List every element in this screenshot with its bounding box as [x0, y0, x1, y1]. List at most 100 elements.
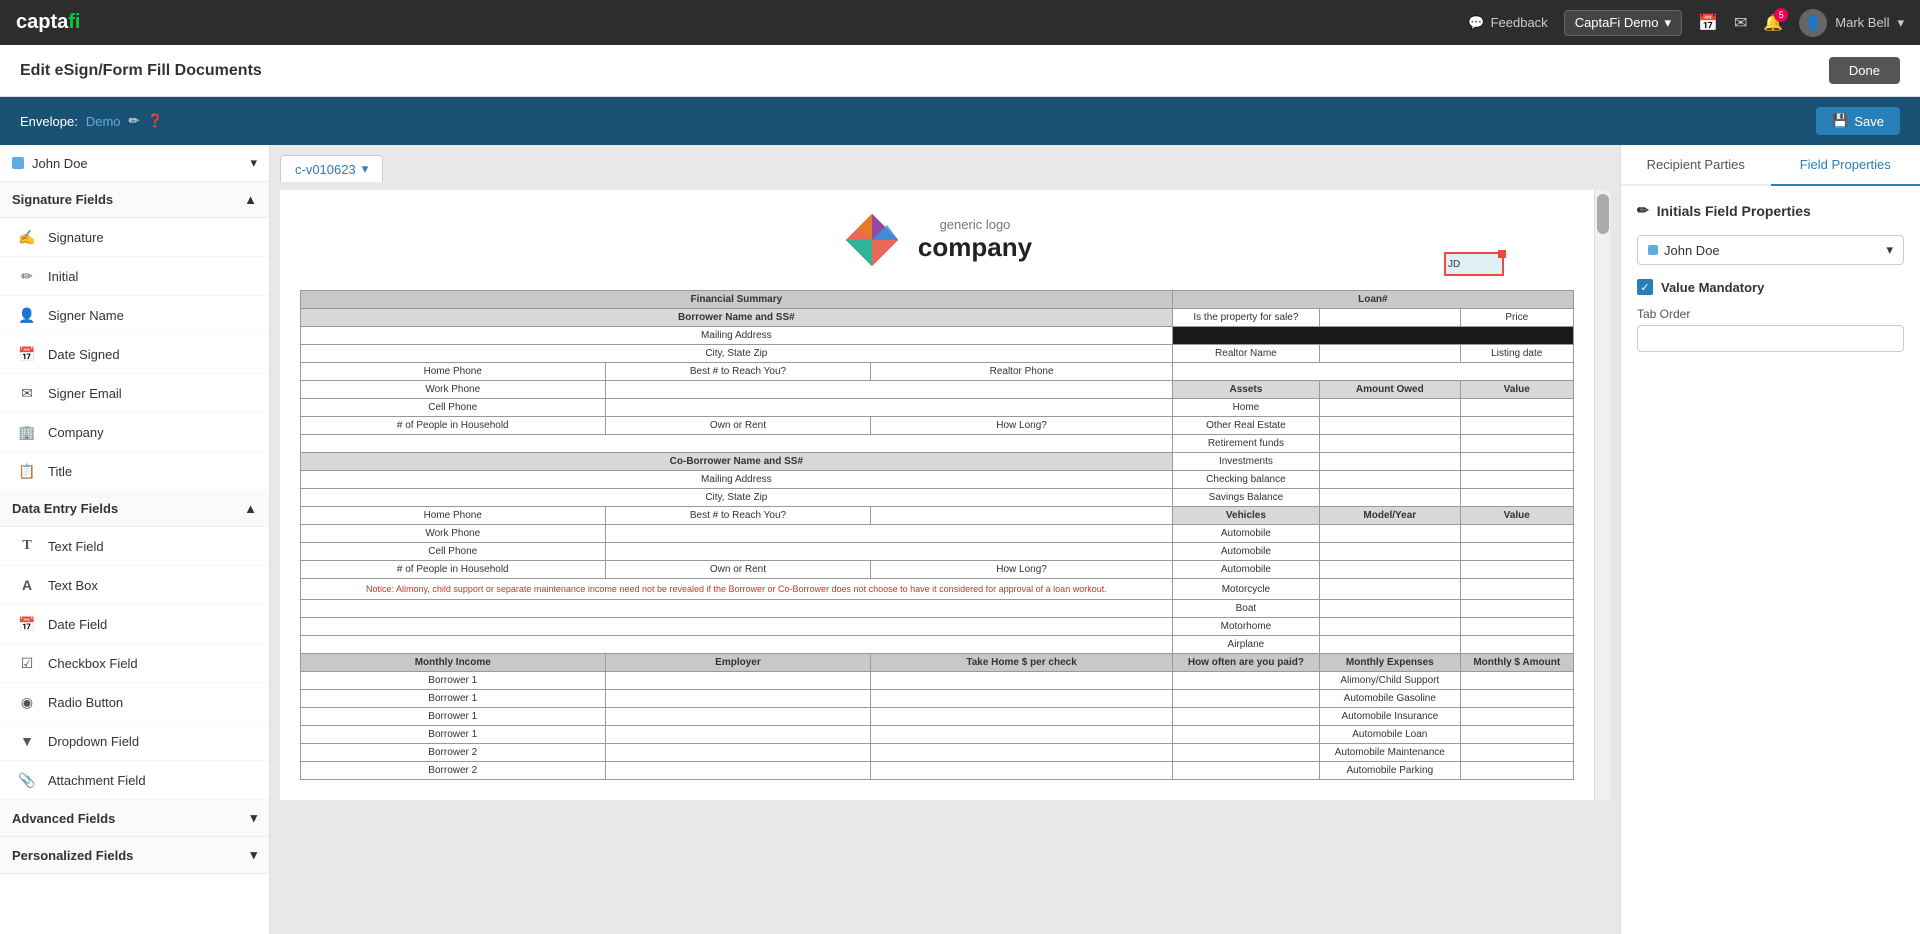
mail-icon[interactable]: ✉: [1734, 13, 1747, 33]
signer-email-icon: ✉: [16, 382, 38, 404]
panel-signer-name: John Doe: [1664, 243, 1720, 258]
borrower-ss-cell: Borrower Name and SS#: [301, 309, 1173, 327]
retirement-cell: Retirement funds: [1172, 435, 1319, 453]
field-item-checkbox-field[interactable]: ☑ Checkbox Field: [0, 644, 269, 683]
signature-fields-collapse-icon: ▲: [244, 192, 257, 207]
scroll-thumb[interactable]: [1597, 194, 1609, 234]
vehicles-cell: Vehicles: [1172, 507, 1319, 525]
value-cell: Value: [1460, 381, 1574, 399]
tab-recipient-parties[interactable]: Recipient Parties: [1621, 145, 1771, 184]
personalized-fields-expand-icon: ▾: [250, 847, 257, 863]
save-button[interactable]: 💾 Save: [1816, 107, 1900, 135]
tab-order-label: Tab Order: [1637, 307, 1904, 321]
coborrower-cell-phone-cell: Cell Phone: [301, 543, 606, 561]
auto-maintenance-cell: Automobile Maintenance: [1320, 744, 1460, 762]
auto-insurance-cell: Automobile Insurance: [1320, 708, 1460, 726]
field-item-radio-button[interactable]: ◉ Radio Button: [0, 683, 269, 722]
calendar-icon[interactable]: 📅: [1698, 13, 1718, 33]
airplane-cell: Airplane: [1172, 636, 1319, 654]
radio-button-label: Radio Button: [48, 695, 123, 710]
user-area[interactable]: 👤 Mark Bell ▾: [1799, 9, 1904, 37]
tab-order-group: Tab Order: [1637, 307, 1904, 352]
panel-section-title: ✏ Initials Field Properties: [1637, 202, 1904, 219]
notification-badge: 5: [1774, 8, 1788, 22]
borrower1-1-cell: Borrower 1: [301, 672, 606, 690]
field-item-text-field[interactable]: T Text Field: [0, 527, 269, 566]
company-field-label: Company: [48, 425, 104, 440]
empty-e12: [1460, 708, 1574, 726]
envelope-bar: Envelope: Demo ✏ ❓ 💾 Save: [0, 97, 1920, 145]
field-item-date-signed[interactable]: 📅 Date Signed: [0, 335, 269, 374]
field-item-signature[interactable]: ✍ Signature: [0, 218, 269, 257]
borrower2-2-cell: Borrower 2: [301, 762, 606, 780]
signer-selector[interactable]: John Doe ▾: [0, 145, 269, 182]
bell-icon[interactable]: 🔔 5: [1763, 13, 1783, 33]
initial-label: Initial: [48, 269, 78, 284]
empty-cell-14: [1320, 471, 1460, 489]
borrower2-1-cell: Borrower 2: [301, 744, 606, 762]
value-mandatory-row: ✓ Value Mandatory: [1637, 279, 1904, 295]
field-item-signer-name[interactable]: 👤 Signer Name: [0, 296, 269, 335]
empty-cell-25: [1320, 561, 1460, 579]
monthly-expenses-header: Monthly Expenses: [1320, 654, 1460, 672]
field-item-text-box[interactable]: A Text Box: [0, 566, 269, 605]
avatar: 👤: [1799, 9, 1827, 37]
empty-cell-5: [605, 399, 1172, 417]
panel-signer-chevron-icon: ▾: [1886, 242, 1893, 258]
document-container: generic logo company JD: [280, 190, 1610, 800]
field-item-date-field[interactable]: 📅 Date Field: [0, 605, 269, 644]
coborrower-city-cell: City, State Zip: [301, 489, 1173, 507]
empty-cell-26: [1460, 561, 1574, 579]
feedback-button[interactable]: 💬 Feedback: [1468, 15, 1547, 31]
edit-icon[interactable]: ✏: [129, 113, 140, 129]
empty-row-3: [301, 618, 1173, 636]
empty-e6: [871, 690, 1172, 708]
done-button[interactable]: Done: [1829, 57, 1900, 84]
value-mandatory-label: Value Mandatory: [1661, 280, 1764, 295]
recipient-parties-label: Recipient Parties: [1647, 157, 1745, 172]
date-field-label: Date Field: [48, 617, 107, 632]
empty-cell-13: [1460, 453, 1574, 471]
document-tab[interactable]: c-v010623 ▾: [280, 155, 383, 182]
checkbox-field-label: Checkbox Field: [48, 656, 138, 671]
personalized-fields-label: Personalized Fields: [12, 848, 133, 863]
resize-handle[interactable]: [1498, 250, 1506, 258]
top-nav: captafi 💬 Feedback CaptaFi Demo ▾ 📅 ✉ 🔔 …: [0, 0, 1920, 45]
envelope-name[interactable]: Demo: [86, 114, 121, 129]
cell-phone-cell: Cell Phone: [301, 399, 606, 417]
household-cell: # of People in Household: [301, 417, 606, 435]
field-item-company[interactable]: 🏢 Company: [0, 413, 269, 452]
field-item-initial[interactable]: ✏ Initial: [0, 257, 269, 296]
pencil-icon: ✏: [1637, 202, 1649, 219]
field-item-attachment-field[interactable]: 📎 Attachment Field: [0, 761, 269, 800]
value-mandatory-checkbox[interactable]: ✓: [1637, 279, 1653, 295]
initials-field-overlay[interactable]: JD: [1444, 252, 1504, 276]
tab-field-properties[interactable]: Field Properties: [1771, 145, 1920, 186]
text-box-icon: A: [16, 574, 38, 596]
signature-fields-header[interactable]: Signature Fields ▲: [0, 182, 269, 218]
empty-cell-27: [1320, 579, 1460, 600]
attachment-field-icon: 📎: [16, 769, 38, 791]
auto-gas-cell: Automobile Gasoline: [1320, 690, 1460, 708]
signer-dropdown[interactable]: John Doe ▾: [1637, 235, 1904, 265]
field-item-dropdown-field[interactable]: ▼ Dropdown Field: [0, 722, 269, 761]
scrollbar[interactable]: [1594, 190, 1610, 800]
initials-field-properties-title: Initials Field Properties: [1657, 203, 1811, 219]
mailing-address-cell: Mailing Address: [301, 327, 1173, 345]
help-icon[interactable]: ❓: [147, 113, 163, 129]
savings-cell: Savings Balance: [1172, 489, 1319, 507]
tab-order-input[interactable]: [1637, 325, 1904, 352]
data-entry-fields-header[interactable]: Data Entry Fields ▲: [0, 491, 269, 527]
employer-header: Employer: [605, 654, 871, 672]
field-item-signer-email[interactable]: ✉ Signer Email: [0, 374, 269, 413]
auto3-cell: Automobile: [1172, 561, 1319, 579]
field-item-title[interactable]: 📋 Title: [0, 452, 269, 491]
financial-table: Financial Summary Loan# Borrower Name an…: [300, 290, 1574, 780]
personalized-fields-header[interactable]: Personalized Fields ▾: [0, 837, 269, 874]
document-area: c-v010623 ▾: [270, 145, 1620, 934]
data-entry-fields-label: Data Entry Fields: [12, 501, 118, 516]
advanced-fields-header[interactable]: Advanced Fields ▾: [0, 800, 269, 837]
date-field-icon: 📅: [16, 613, 38, 635]
company-selector[interactable]: CaptaFi Demo ▾: [1564, 10, 1682, 36]
title-label: Title: [48, 464, 72, 479]
